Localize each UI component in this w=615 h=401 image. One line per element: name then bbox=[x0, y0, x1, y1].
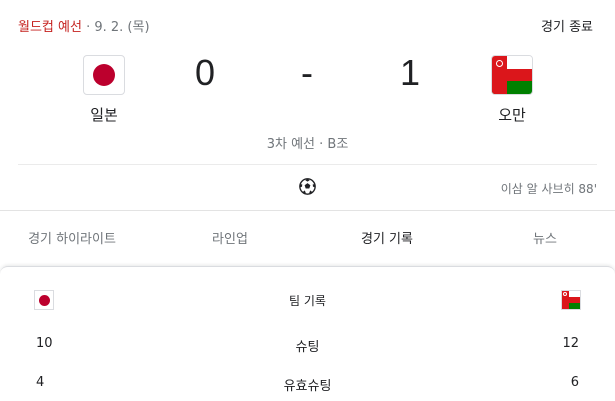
match-round: 3차 예선 · B조 bbox=[266, 137, 349, 152]
match-status: 경기 종료 bbox=[541, 20, 593, 35]
stat-away-value: 6 bbox=[570, 375, 579, 390]
tab-news[interactable]: 뉴스 bbox=[475, 228, 615, 247]
competition-link[interactable]: 월드컵 예선 bbox=[18, 20, 82, 35]
stat-away-value: 12 bbox=[562, 336, 579, 351]
oman-flag-stripes bbox=[562, 291, 580, 309]
oman-flag-icon bbox=[561, 290, 581, 310]
away-score: 1 bbox=[400, 52, 421, 93]
stat-label: 슈팅 bbox=[295, 340, 320, 355]
japan-flag-icon[interactable] bbox=[83, 55, 125, 95]
tab-lineup[interactable]: 라인업 bbox=[160, 228, 300, 247]
japan-flag-circle bbox=[93, 64, 115, 86]
oman-emblem-icon bbox=[496, 60, 503, 67]
tab-highlights[interactable]: 경기 하이라이트 bbox=[2, 228, 142, 247]
match-date: · 9. 2. (목) bbox=[81, 20, 150, 35]
stats-title: 팀 기록 bbox=[289, 294, 326, 308]
match-meta: 월드컵 예선 · 9. 2. (목) bbox=[18, 16, 150, 35]
home-team-name[interactable]: 일본 bbox=[64, 104, 144, 125]
divider bbox=[18, 164, 597, 165]
match-tabs: 경기 하이라이트 라인업 경기 기록 뉴스 bbox=[0, 211, 615, 261]
soccer-ball-icon bbox=[299, 178, 316, 195]
home-score: 0 bbox=[195, 52, 216, 93]
goal-event: 이삼 알 사브히 88' bbox=[500, 182, 597, 196]
oman-flag-icon[interactable] bbox=[491, 55, 533, 95]
stat-label: 유효슈팅 bbox=[283, 379, 332, 394]
oman-emblem-icon bbox=[563, 292, 567, 296]
score-separator: - bbox=[301, 52, 313, 93]
stat-row: 10 슈팅 12 bbox=[0, 336, 615, 356]
stat-row: 4 유효슈팅 6 bbox=[0, 375, 615, 395]
tab-match-stats[interactable]: 경기 기록 bbox=[317, 228, 457, 247]
away-team-name[interactable]: 오만 bbox=[472, 104, 552, 125]
oman-flag-stripes bbox=[492, 56, 532, 94]
